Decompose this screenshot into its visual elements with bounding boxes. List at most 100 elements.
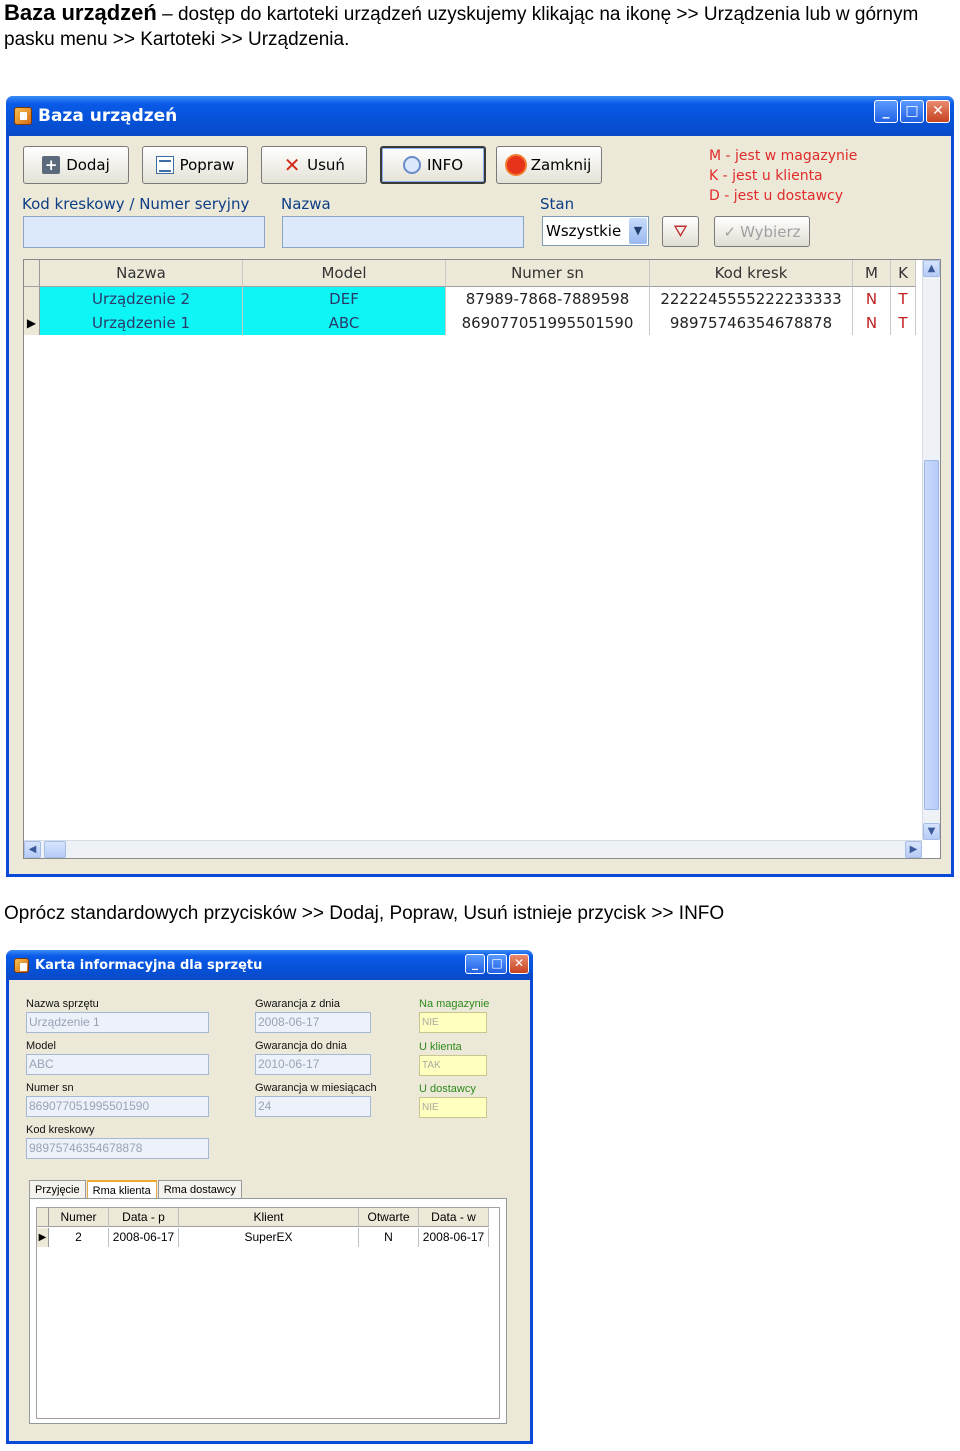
col-header-sn[interactable]: Numer sn [446,260,650,287]
state-label: Stan [540,195,575,213]
scroll-right-icon[interactable]: ▶ [905,841,922,858]
warranty-from-field: 2008-06-17 [255,1012,371,1033]
scroll-down-icon[interactable]: ▼ [923,823,940,840]
rma-grid: Numer Data - p Klient Otwarte Data - w ▶… [36,1207,500,1419]
col-header-data-w[interactable]: Data - w [419,1208,489,1227]
cell-k[interactable]: T [891,287,916,311]
vertical-scrollbar[interactable]: ▲ ▼ [922,260,940,840]
info-button-label: INFO [426,156,464,174]
legend-d: D - jest u dostawcy [709,188,844,204]
delete-button[interactable]: ✕ Usuń [261,146,367,184]
at-supplier-label: U dostawcy [419,1083,476,1095]
col-header-numer[interactable]: Numer [49,1208,109,1227]
app-icon [14,957,29,973]
cell-data-p[interactable]: 2008-06-17 [109,1228,179,1247]
add-button[interactable]: + Dodaj [23,146,129,184]
cell-data-w[interactable]: 2008-06-17 [419,1228,489,1247]
cell-numer[interactable]: 2 [49,1228,109,1247]
select-button[interactable]: ✓ Wybierz [714,216,810,247]
grid-header: Nazwa Model Numer sn Kod kresk M K [24,260,916,287]
col-header-name[interactable]: Nazwa [40,260,243,287]
tab-strip: Przyjęcie Rma klienta Rma dostawcy [29,1180,243,1200]
window-title: Karta informacyjna dla sprzętu [35,957,263,973]
table-row[interactable]: Urządzenie 2 DEF 87989-7868-7889598 2222… [24,287,916,311]
intro-paragraph: Baza urządzeń – dostęp do kartoteki urzą… [4,0,954,52]
sn-field: 869077051995501590 [26,1096,209,1117]
edit-icon [155,156,174,174]
cell-name[interactable]: Urządzenie 1 [40,311,243,335]
tab-przyjecie[interactable]: Przyjęcie [29,1180,86,1200]
device-name-label: Nazwa sprzętu [26,998,99,1010]
minimize-button[interactable]: _ [465,954,485,974]
name-input[interactable] [282,216,524,248]
check-icon: ✓ [723,222,737,241]
cell-name[interactable]: Urządzenie 2 [40,287,243,311]
tab-panel: Numer Data - p Klient Otwarte Data - w ▶… [29,1198,507,1424]
col-header-model[interactable]: Model [243,260,446,287]
in-warehouse-field: NIE [419,1012,487,1033]
cell-sn[interactable]: 869077051995501590 [446,311,650,335]
warranty-from-label: Gwarancja z dnia [255,998,340,1010]
scroll-left-icon[interactable]: ◀ [24,841,41,858]
table-row[interactable]: ▶ Urządzenie 1 ABC 869077051995501590 98… [24,311,916,335]
close-window-button[interactable]: ✕ [926,100,950,123]
at-client-label: U klienta [419,1041,462,1053]
filter-clear-icon: ⛛ [673,221,688,242]
close-button[interactable]: Zamknij [496,146,602,184]
delete-button-label: Usuń [307,156,345,174]
col-header-klient[interactable]: Klient [179,1208,359,1227]
window-title: Baza urządzeń [38,106,178,126]
warranty-to-label: Gwarancja do dnia [255,1040,347,1052]
cell-k[interactable]: T [891,311,916,335]
horizontal-scrollbar[interactable]: ◀ ▶ [24,840,922,858]
legend-k: K - jest u klienta [709,168,823,184]
device-name-field: Urządzenie 1 [26,1012,209,1033]
state-select[interactable]: Wszystkie ▼ [542,216,649,246]
cell-m[interactable]: N [853,287,891,311]
col-header-m[interactable]: M [853,260,891,287]
cell-sn[interactable]: 87989-7868-7889598 [446,287,650,311]
intro-heading: Baza urządzeń [4,0,157,25]
cell-kod[interactable]: 98975746354678878 [650,311,853,335]
delete-icon: ✕ [283,153,301,177]
devices-grid: Nazwa Model Numer sn Kod kresk M K Urząd… [23,259,941,859]
warranty-months-field: 24 [255,1096,371,1117]
select-button-label: Wybierz [740,222,801,241]
stop-icon [506,156,525,174]
col-header-otwarte[interactable]: Otwarte [359,1208,419,1227]
tab-rma-klienta[interactable]: Rma klienta [86,1180,157,1200]
cell-model[interactable]: DEF [243,287,446,311]
close-window-button[interactable]: ✕ [509,954,529,974]
maximize-button[interactable]: □ [900,100,924,123]
table-row[interactable]: ▶ 2 2008-06-17 SuperEX N 2008-06-17 [37,1228,489,1247]
cell-m[interactable]: N [853,311,891,335]
tab-rma-dostawcy[interactable]: Rma dostawcy [157,1180,242,1200]
col-header-data-p[interactable]: Data - p [109,1208,179,1227]
cell-otwarte[interactable]: N [359,1228,419,1247]
barcode-input[interactable] [23,216,265,248]
warranty-to-field: 2010-06-17 [255,1054,371,1075]
name-label: Nazwa [281,195,331,213]
minimize-button[interactable]: _ [874,100,898,123]
chevron-down-icon[interactable]: ▼ [629,218,647,244]
info-description: Oprócz standardowych przycisków >> Dodaj… [4,903,725,924]
warranty-months-label: Gwarancja w miesiącach [255,1082,377,1094]
window-titlebar: Karta informacyjna dla sprzętu _ □ ✕ [6,950,533,980]
col-header-kod[interactable]: Kod kresk [650,260,853,287]
cell-model[interactable]: ABC [243,311,446,335]
edit-button[interactable]: Popraw [142,146,248,184]
vertical-scroll-thumb[interactable] [924,460,939,810]
cell-kod[interactable]: 2222245555222233333 [650,287,853,311]
horizontal-scroll-thumb[interactable] [44,841,66,858]
plus-icon: + [42,156,61,174]
clear-filter-button[interactable]: ⛛ [662,216,699,247]
at-client-field: TAK [419,1055,487,1076]
col-header-k[interactable]: K [891,260,916,287]
scroll-up-icon[interactable]: ▲ [923,260,940,277]
edit-button-label: Popraw [179,156,235,174]
cell-klient[interactable]: SuperEX [179,1228,359,1247]
row-pointer-icon: ▶ [37,1228,49,1247]
maximize-button[interactable]: □ [487,954,507,974]
grid-header: Numer Data - p Klient Otwarte Data - w [37,1208,489,1227]
info-button[interactable]: INFO [380,146,486,184]
